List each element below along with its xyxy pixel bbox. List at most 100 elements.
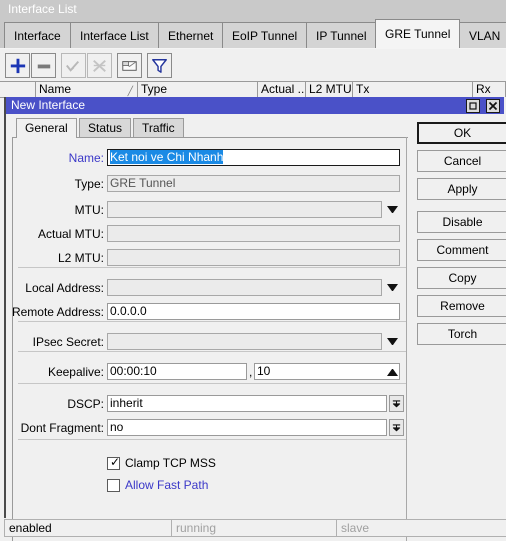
- main-tab-gre-tunnel[interactable]: GRE Tunnel: [375, 19, 461, 48]
- main-tab-label: Interface List: [80, 29, 149, 43]
- new-interface-dialog: New Interface General Status Traffic Name:…: [4, 97, 506, 541]
- cancel-button[interactable]: Cancel: [417, 150, 506, 172]
- check-icon: [66, 61, 80, 72]
- input-name[interactable]: Ket noi ve Chi Nhanh: [107, 149, 400, 166]
- form-separator-2: [18, 321, 407, 322]
- column-header-label: Rx: [476, 82, 491, 96]
- main-tab-label: VLAN: [469, 29, 501, 43]
- main-tab-label: IP Tunnel: [316, 29, 367, 43]
- filter-button[interactable]: [147, 53, 172, 78]
- main-tabstrip: Interface Interface List Ethernet EoIP Tunn…: [0, 18, 506, 48]
- button-label: Remove: [440, 299, 485, 313]
- dialog-tab-label: General: [25, 121, 68, 135]
- column-header-tx[interactable]: Tx: [353, 82, 473, 98]
- disable-button[interactable]: Disable: [417, 211, 506, 233]
- main-tab-label: Interface: [14, 29, 61, 43]
- plus-icon: [10, 58, 26, 74]
- dialog-tab-status[interactable]: Status: [79, 118, 132, 137]
- form-separator-5: [18, 439, 407, 440]
- maximize-icon: [469, 102, 477, 110]
- remove-button[interactable]: [31, 53, 56, 78]
- column-header-type[interactable]: Type: [138, 82, 258, 98]
- label-keepalive: Keepalive:: [47, 365, 104, 379]
- main-tab-interface-list[interactable]: Interface List: [70, 22, 159, 48]
- column-header-l2-mtu[interactable]: L2 MTU: [306, 82, 353, 98]
- add-button[interactable]: [5, 53, 30, 78]
- dropdown-button-dont_fragment[interactable]: [389, 419, 404, 436]
- main-tab-label: GRE Tunnel: [385, 27, 451, 41]
- torch-button[interactable]: Torch: [417, 323, 506, 345]
- comment-icon: [122, 61, 137, 71]
- input-keepalive-retries[interactable]: 10: [254, 363, 400, 380]
- checkbox-label-allow_fast_path: Allow Fast Path: [125, 478, 209, 492]
- label-ipsec_secret: IPsec Secret:: [32, 335, 104, 349]
- dialog-tab-general[interactable]: General: [16, 118, 77, 138]
- column-header-rx[interactable]: Rx: [473, 82, 506, 98]
- toolbar: [0, 48, 506, 81]
- status-cell-slave: slave: [336, 519, 506, 537]
- form-separator-3: [18, 351, 407, 352]
- form-separator-1: [18, 267, 407, 268]
- button-label: Torch: [447, 327, 478, 341]
- checkbox-allow_fast_path[interactable]: [107, 479, 120, 492]
- main-tab-label: Ethernet: [168, 29, 214, 43]
- column-header-actual[interactable]: Actual ...: [258, 82, 306, 98]
- close-button[interactable]: [486, 99, 500, 113]
- enable-button: [61, 53, 86, 78]
- sort-indicator-icon: ╱: [127, 86, 133, 96]
- input-keepalive-time[interactable]: 00:00:10: [107, 363, 247, 380]
- input-mtu: [107, 201, 382, 218]
- dropdown-arrow-ipsec_secret-icon[interactable]: [387, 338, 398, 346]
- main-tab-ethernet[interactable]: Ethernet: [158, 22, 224, 48]
- input-dont_fragment[interactable]: no: [107, 419, 387, 436]
- button-label: Copy: [448, 271, 477, 285]
- column-header-label: Name: [39, 82, 72, 96]
- button-label: Apply: [447, 182, 478, 196]
- main-tab-ip-tunnel[interactable]: IP Tunnel: [306, 22, 377, 48]
- input-actual_mtu: [107, 225, 400, 242]
- window-title: Interface List: [0, 0, 506, 18]
- maximize-button[interactable]: [465, 99, 480, 113]
- close-icon: [488, 101, 498, 111]
- minus-icon: [37, 64, 51, 69]
- input-l2_mtu: [107, 249, 400, 266]
- column-header-blank[interactable]: [0, 82, 36, 98]
- input-dscp[interactable]: inherit: [107, 395, 387, 412]
- comment-button[interactable]: [117, 53, 142, 78]
- dialog-title-text: New Interface: [11, 98, 86, 112]
- label-local_address: Local Address:: [25, 281, 104, 295]
- main-tab-interface[interactable]: Interface: [4, 22, 71, 48]
- copy-button[interactable]: Copy: [417, 267, 506, 289]
- dialog-titlebar[interactable]: New Interface: [6, 97, 504, 114]
- checkbox-clamp_tcp_mss[interactable]: ✓: [107, 455, 121, 470]
- dialog-tab-label: Traffic: [142, 121, 175, 135]
- input-remote_address[interactable]: 0.0.0.0: [107, 303, 400, 320]
- disable-button: [87, 53, 112, 78]
- status-cell-label: running: [176, 521, 217, 535]
- dialog-vertical-separator: [406, 137, 407, 541]
- remove-button[interactable]: Remove: [417, 295, 506, 317]
- label-dscp: DSCP:: [67, 397, 104, 411]
- dropdown-button-dscp[interactable]: [389, 395, 404, 412]
- filter-icon: [152, 59, 167, 73]
- dropdown-arrow-mtu-icon[interactable]: [387, 206, 398, 214]
- spinner-up-icon[interactable]: [387, 368, 398, 376]
- dialog-body: General Status Traffic Name: Ket noi ve Chi…: [6, 114, 506, 541]
- dialog-tab-traffic[interactable]: Traffic: [133, 118, 184, 137]
- ok-button[interactable]: OK: [417, 122, 506, 144]
- dropdown-arrow-local_address-icon[interactable]: [387, 284, 398, 292]
- apply-button[interactable]: Apply: [417, 178, 506, 200]
- column-header-name[interactable]: Name ╱: [36, 82, 138, 98]
- button-label: Comment: [436, 243, 489, 257]
- label-remote_address: Remote Address:: [11, 305, 104, 319]
- label-dont_fragment: Dont Fragment:: [20, 421, 104, 435]
- main-tab-vlan[interactable]: VLAN: [459, 22, 506, 48]
- status-cell-enabled: enabled: [4, 519, 172, 537]
- label-actual_mtu: Actual MTU:: [37, 227, 104, 241]
- dialog-titlebar-buttons: [463, 99, 500, 113]
- comment-button[interactable]: Comment: [417, 239, 506, 261]
- table-column-header: Name ╱ Type Actual ... L2 MTU Tx Rx: [0, 81, 506, 98]
- button-label: Cancel: [443, 154, 482, 168]
- check-mark-icon: ✓: [110, 455, 121, 469]
- main-tab-eoip-tunnel[interactable]: EoIP Tunnel: [222, 22, 308, 48]
